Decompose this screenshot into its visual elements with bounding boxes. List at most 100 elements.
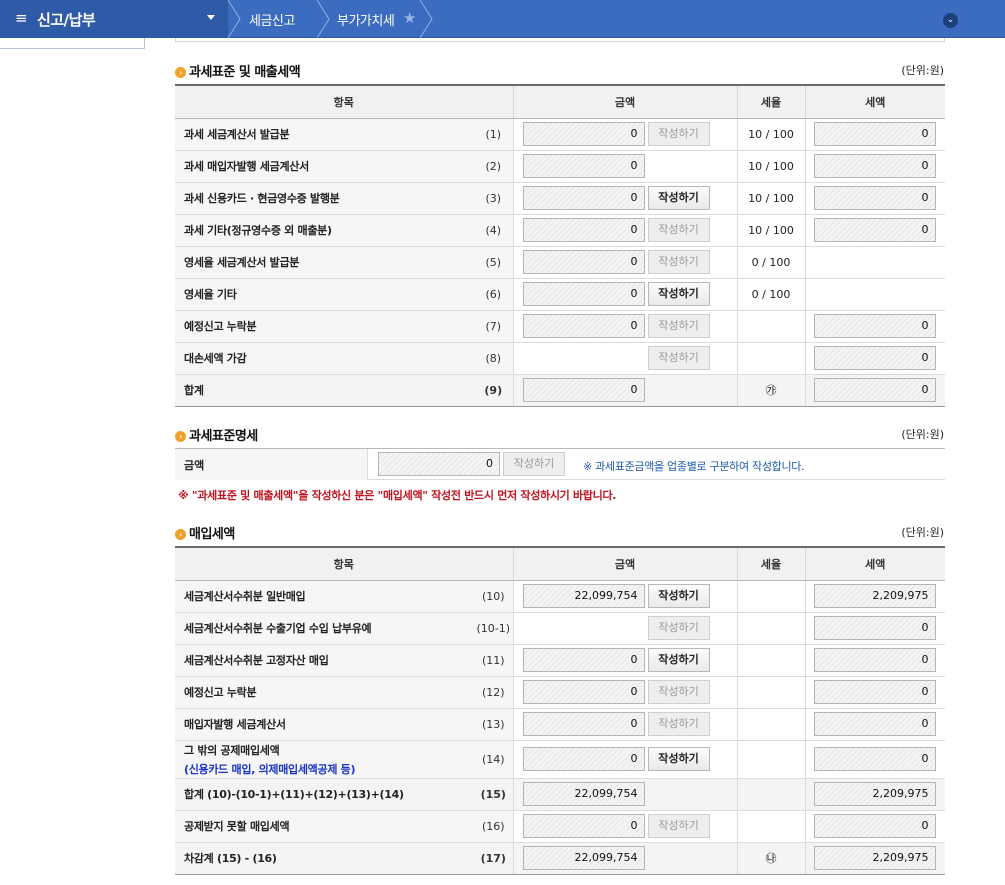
tax-cell: 0 bbox=[804, 676, 945, 709]
table-row: 차감계 (15) - (16) (17) 22,099,754 ㉯ 2,209,975 bbox=[175, 842, 945, 875]
write-button[interactable]: 작성하기 bbox=[647, 814, 710, 838]
section-title-tax-base: › 과세표준명세 bbox=[175, 425, 258, 444]
rate-cell: 10 / 100 bbox=[736, 182, 805, 215]
tax-field[interactable]: 0 bbox=[813, 680, 936, 704]
breadcrumb-vat[interactable]: 부가가치세 bbox=[337, 10, 395, 29]
header-tax: 세액 bbox=[804, 84, 945, 119]
amount-field[interactable]: 0 bbox=[522, 218, 645, 242]
tax-field[interactable]: 2,209,975 bbox=[813, 846, 936, 870]
tax-field[interactable]: 0 bbox=[813, 218, 936, 242]
amount-field[interactable]: 0 bbox=[522, 250, 645, 274]
write-button[interactable]: 작성하기 bbox=[647, 282, 710, 306]
table-row: 예정신고 누락분 (12) 0 작성하기 0 bbox=[175, 676, 945, 709]
write-button[interactable]: 작성하기 bbox=[647, 122, 710, 146]
breadcrumb-tax-report[interactable]: 세금신고 bbox=[249, 10, 295, 29]
amount-field[interactable]: 22,099,754 bbox=[522, 846, 645, 870]
write-button[interactable]: 작성하기 bbox=[647, 747, 710, 771]
rate-cell: 10 / 100 bbox=[736, 118, 805, 151]
tax-field[interactable]: 0 bbox=[813, 186, 936, 210]
tax-cell: 0 bbox=[804, 150, 945, 183]
section-title-purchase: › 매입세액 bbox=[175, 523, 235, 542]
amount-field[interactable]: 0 bbox=[522, 648, 645, 672]
write-button[interactable]: 작성하기 bbox=[647, 346, 710, 370]
section-title-sales: › 과세표준 및 매출세액 bbox=[175, 61, 301, 80]
tax-field[interactable]: 0 bbox=[813, 712, 936, 736]
bullet-arrow-icon: › bbox=[175, 529, 186, 540]
tax-field[interactable]: 0 bbox=[813, 314, 936, 338]
tax-field[interactable]: 0 bbox=[813, 747, 936, 771]
tax-field[interactable]: 2,209,975 bbox=[813, 782, 936, 806]
amount-field[interactable]: 22,099,754 bbox=[522, 584, 645, 608]
tax-cell bbox=[804, 246, 945, 279]
row-sublabel-text: (신용카드 매입, 의제매입세액공제 등) bbox=[184, 762, 356, 776]
amount-cell: 작성하기 bbox=[512, 342, 737, 375]
tax-field[interactable]: 0 bbox=[813, 814, 936, 838]
row-label-text: 그 밖의 공제매입세액 bbox=[184, 743, 280, 757]
tax-base-amount-field[interactable]: 0 bbox=[378, 452, 500, 476]
tax-field[interactable]: 0 bbox=[813, 616, 936, 640]
table-row: 세금계산서수취분 고정자산 매입 (11) 0 작성하기 0 bbox=[175, 644, 945, 677]
table-row: 과세 세금계산서 발급분 (1) 0 작성하기 10 / 100 0 bbox=[175, 118, 945, 151]
row-label-text: 세금계산서수취분 일반매입 bbox=[184, 590, 306, 603]
menu-dropdown-button[interactable]: ≡ 신고/납부 bbox=[0, 0, 228, 38]
amount-field[interactable]: 0 bbox=[522, 282, 645, 306]
amount-field[interactable]: 0 bbox=[522, 814, 645, 838]
favorite-star-icon[interactable]: ★ bbox=[403, 9, 416, 27]
row-number: (14) bbox=[474, 740, 513, 779]
write-button[interactable]: 작성하기 bbox=[647, 314, 710, 338]
rate-cell bbox=[736, 612, 805, 645]
tax-field[interactable]: 0 bbox=[813, 378, 936, 402]
row-label: 합계 (10)-(10-1)+(11)+(12)+(13)+(14) bbox=[175, 778, 474, 811]
tax-cell: 2,209,975 bbox=[804, 842, 945, 875]
tax-cell: 0 bbox=[804, 708, 945, 741]
rate-cell bbox=[736, 810, 805, 843]
row-label: 과세 매입자발행 세금계산서 bbox=[175, 150, 474, 183]
tax-field[interactable]: 0 bbox=[813, 648, 936, 672]
amount-field[interactable]: 0 bbox=[522, 314, 645, 338]
tax-cell: 0 bbox=[804, 612, 945, 645]
tax-base-row: 금액 0 작성하기 ※ 과세표준금액을 업종별로 구분하여 작성합니다. bbox=[175, 448, 945, 480]
rate-cell: ㉯ bbox=[736, 842, 805, 875]
write-button[interactable]: 작성하기 bbox=[647, 584, 710, 608]
row-label: 영세율 세금계산서 발급분 bbox=[175, 246, 474, 279]
top-nav-bar: ≡ 신고/납부 세금신고 부가가치세 ★ ⌄ bbox=[0, 0, 1005, 38]
write-button[interactable]: 작성하기 bbox=[647, 186, 710, 210]
header-tax: 세액 bbox=[804, 546, 945, 581]
chevron-down-icon[interactable]: ⌄ bbox=[943, 13, 958, 28]
row-label-text: 세금계산서수취분 수출기업 수입 납부유예 bbox=[184, 622, 372, 635]
amount-field[interactable]: 0 bbox=[522, 378, 645, 402]
header-rate: 세율 bbox=[736, 546, 805, 581]
row-label: 과세 세금계산서 발급분 bbox=[175, 118, 474, 151]
row-label-text: 차감계 (15) - (16) bbox=[184, 852, 277, 865]
amount-cell: 0 bbox=[512, 374, 737, 407]
row-label: 과세 신용카드 · 현금영수증 발행분 bbox=[175, 182, 474, 215]
caret-down-icon bbox=[207, 15, 215, 20]
amount-field[interactable]: 22,099,754 bbox=[522, 782, 645, 806]
tax-field[interactable]: 2,209,975 bbox=[813, 584, 936, 608]
amount-field[interactable]: 0 bbox=[522, 154, 645, 178]
tax-base-write-button[interactable]: 작성하기 bbox=[503, 452, 565, 476]
amount-field[interactable]: 0 bbox=[522, 712, 645, 736]
write-button[interactable]: 작성하기 bbox=[647, 680, 710, 704]
tax-field[interactable]: 0 bbox=[813, 346, 936, 370]
amount-field[interactable]: 0 bbox=[522, 186, 645, 210]
amount-field[interactable]: 0 bbox=[522, 747, 645, 771]
tax-field[interactable]: 0 bbox=[813, 154, 936, 178]
row-label-text: 과세 기타(정규영수증 외 매출분) bbox=[184, 224, 332, 237]
row-label: 영세율 기타 bbox=[175, 278, 474, 311]
write-button[interactable]: 작성하기 bbox=[647, 218, 710, 242]
tax-field[interactable]: 0 bbox=[813, 122, 936, 146]
write-button[interactable]: 작성하기 bbox=[647, 712, 710, 736]
write-button[interactable]: 작성하기 bbox=[647, 616, 710, 640]
row-number: (8) bbox=[474, 342, 513, 375]
amount-cell: 0 작성하기 bbox=[512, 182, 737, 215]
row-number: (10) bbox=[474, 580, 513, 613]
amount-field[interactable]: 0 bbox=[522, 122, 645, 146]
write-button[interactable]: 작성하기 bbox=[647, 250, 710, 274]
amount-field[interactable]: 0 bbox=[522, 680, 645, 704]
header-amount: 금액 bbox=[512, 84, 737, 119]
table-row: 공제받지 못할 매입세액 (16) 0 작성하기 0 bbox=[175, 810, 945, 843]
header-item: 항목 bbox=[175, 546, 513, 581]
menu-title: 신고/납부 bbox=[37, 11, 96, 29]
write-button[interactable]: 작성하기 bbox=[647, 648, 710, 672]
